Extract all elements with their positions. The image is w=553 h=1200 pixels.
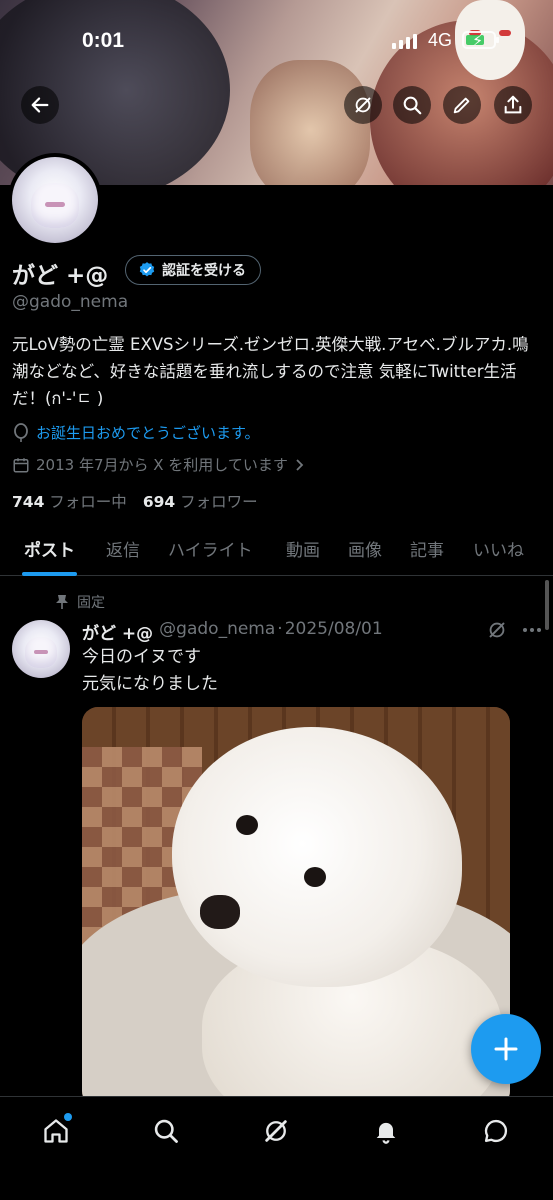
bottom-navigation bbox=[0, 1096, 553, 1200]
post-actions bbox=[486, 619, 542, 641]
tab-posts[interactable]: ポスト bbox=[22, 528, 77, 576]
share-button[interactable] bbox=[494, 86, 532, 124]
grok-icon bbox=[355, 97, 371, 113]
nav-notifications[interactable] bbox=[368, 1113, 404, 1149]
pinned-indicator: 固定 bbox=[55, 592, 105, 612]
grok-icon bbox=[265, 1120, 287, 1142]
signal-icon bbox=[392, 33, 417, 49]
nav-home[interactable] bbox=[38, 1113, 74, 1149]
profile-avatar[interactable] bbox=[8, 153, 102, 247]
post-separator: · bbox=[277, 619, 283, 639]
following-label: フォロー中 bbox=[49, 493, 127, 511]
profile-bio: 元LoV勢の亡霊 EXVSシリーズ.ゼンゼロ.英傑大戦.アセベ.ブルアカ.鳴潮な… bbox=[12, 335, 529, 408]
nav-grok[interactable] bbox=[258, 1113, 294, 1149]
nav-search[interactable] bbox=[148, 1113, 184, 1149]
profile-handle: @gado_nema bbox=[12, 292, 129, 312]
profile-tabs: ポスト 返信 ハイライト 動画 画像 記事 いいね bbox=[0, 528, 553, 576]
post-date[interactable]: 2025/08/01 bbox=[285, 619, 383, 644]
follow-stats: 744 フォロー中 694 フォロワー bbox=[12, 490, 258, 512]
tab-highlights[interactable]: ハイライト bbox=[168, 528, 253, 576]
tab-likes[interactable]: いいね bbox=[473, 528, 524, 576]
chevron-right-icon bbox=[296, 458, 304, 471]
post-avatar[interactable] bbox=[12, 620, 70, 678]
post-author[interactable]: がど +@ bbox=[82, 619, 153, 644]
more-icon[interactable] bbox=[522, 627, 542, 633]
grok-button[interactable] bbox=[344, 86, 382, 124]
tab-replies[interactable]: 返信 bbox=[106, 528, 140, 576]
back-button[interactable] bbox=[21, 86, 59, 124]
status-bar: 0:01 4G ⚡ bbox=[0, 0, 553, 80]
post-text-line: 今日のイヌです bbox=[82, 647, 201, 667]
network-type: 4G bbox=[428, 30, 453, 50]
calendar-icon bbox=[13, 457, 29, 472]
battery-icon: ⚡ bbox=[462, 31, 499, 50]
search-icon bbox=[403, 96, 422, 115]
post-text-line: 元気になりました bbox=[82, 674, 218, 694]
search-icon bbox=[154, 1119, 178, 1143]
get-verified-button[interactable]: 認証を受ける bbox=[125, 255, 261, 285]
post-header: がど +@ @gado_nema · 2025/08/01 bbox=[82, 619, 383, 644]
joined-text: 2013 年7月から X を利用しています bbox=[36, 456, 288, 474]
nav-messages[interactable] bbox=[478, 1113, 514, 1149]
profile-name: がど +@ bbox=[12, 263, 109, 289]
birthday-text: お誕生日おめでとうございます。 bbox=[36, 424, 260, 442]
status-time: 0:01 bbox=[82, 29, 125, 52]
verified-badge-icon bbox=[139, 262, 155, 277]
post-handle[interactable]: @gado_nema bbox=[159, 619, 275, 644]
joined-date[interactable]: 2013 年7月から X を利用しています bbox=[12, 454, 306, 475]
pin-icon bbox=[56, 595, 68, 609]
balloon-icon bbox=[14, 422, 28, 442]
following-count: 744 bbox=[12, 493, 45, 511]
back-arrow-icon bbox=[31, 97, 49, 113]
followers-label: フォロワー bbox=[180, 493, 258, 511]
followers-count: 694 bbox=[142, 493, 176, 511]
followers-link[interactable]: 694 フォロワー bbox=[143, 490, 258, 512]
plus-icon bbox=[494, 1037, 518, 1061]
search-button[interactable] bbox=[393, 86, 431, 124]
tab-images[interactable]: 画像 bbox=[348, 528, 382, 576]
notification-dot bbox=[64, 1113, 72, 1121]
compose-button[interactable] bbox=[471, 1014, 541, 1084]
edit-button[interactable] bbox=[443, 86, 481, 124]
post-text: 今日のイヌです 元気になりました bbox=[82, 644, 218, 698]
scrollbar[interactable] bbox=[545, 580, 549, 630]
grok-icon[interactable] bbox=[486, 619, 508, 641]
notifications-icon bbox=[376, 1122, 396, 1144]
messages-icon bbox=[484, 1119, 508, 1143]
pinned-label: 固定 bbox=[77, 595, 105, 611]
post-image[interactable] bbox=[82, 707, 510, 1107]
get-verified-label: 認証を受ける bbox=[162, 263, 246, 279]
share-icon bbox=[504, 95, 522, 114]
tab-videos[interactable]: 動画 bbox=[286, 528, 320, 576]
birthday-message[interactable]: お誕生日おめでとうございます。 bbox=[12, 422, 260, 443]
following-link[interactable]: 744 フォロー中 bbox=[12, 490, 127, 512]
home-icon bbox=[44, 1119, 68, 1143]
tab-articles[interactable]: 記事 bbox=[410, 528, 444, 576]
edit-icon bbox=[453, 97, 470, 114]
